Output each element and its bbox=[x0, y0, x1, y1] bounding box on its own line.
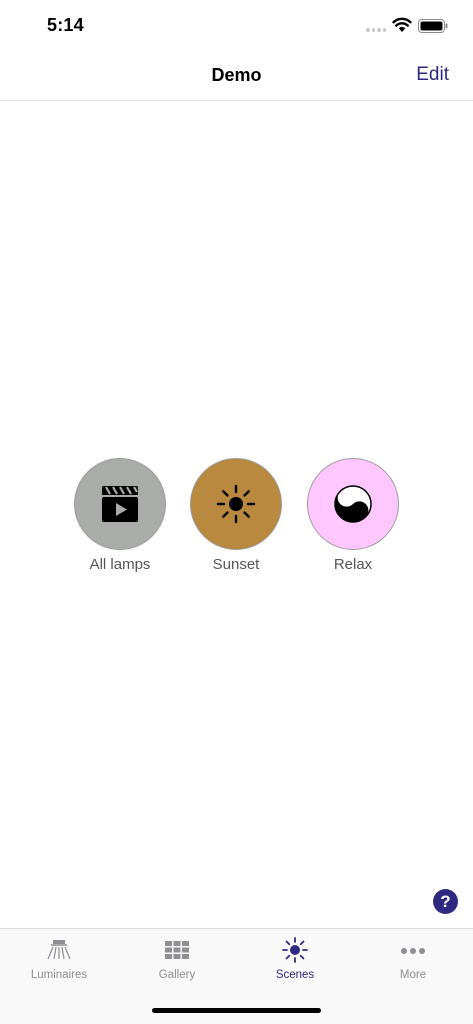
scene-sunset-circle[interactable] bbox=[190, 458, 282, 550]
scene-all-lamps[interactable]: All lamps bbox=[73, 458, 167, 573]
tab-label: More bbox=[399, 969, 427, 981]
tab-more[interactable]: More bbox=[354, 937, 472, 981]
scene-label: Relax bbox=[333, 556, 373, 573]
status-time: 5:14 bbox=[47, 15, 84, 35]
page-title: Demo bbox=[211, 65, 262, 85]
tab-luminaires[interactable]: Luminaires bbox=[0, 937, 118, 981]
scene-all-lamps-circle[interactable] bbox=[74, 458, 166, 550]
tab-gallery[interactable]: Gallery bbox=[118, 937, 236, 981]
scene-relax-circle[interactable] bbox=[307, 458, 399, 550]
tab-label: Scenes bbox=[275, 969, 315, 981]
tab-scenes[interactable]: Scenes bbox=[236, 937, 354, 981]
scene-label: Sunset bbox=[212, 556, 260, 573]
navigation-bar: Demo Edit bbox=[0, 52, 473, 101]
scene-sunset[interactable]: Sunset bbox=[189, 458, 283, 573]
battery-icon bbox=[418, 19, 448, 33]
status-bar: 5:14 bbox=[0, 0, 473, 52]
clapperboard-icon bbox=[102, 486, 138, 522]
home-indicator bbox=[152, 1008, 321, 1013]
tab-label: Luminaires bbox=[30, 969, 88, 981]
yin-yang-icon bbox=[334, 485, 372, 523]
grid-icon bbox=[165, 941, 189, 959]
sun-icon bbox=[282, 937, 308, 963]
more-dots-icon bbox=[401, 948, 425, 954]
wifi-icon bbox=[392, 17, 412, 32]
scene-label: All lamps bbox=[89, 556, 151, 573]
scene-relax[interactable]: Relax bbox=[306, 458, 400, 573]
help-button[interactable]: ? bbox=[433, 889, 458, 914]
sun-icon bbox=[216, 484, 256, 524]
cellular-signal-icon bbox=[366, 28, 386, 32]
tab-label: Gallery bbox=[158, 969, 196, 981]
luminaire-icon bbox=[47, 940, 71, 960]
edit-button[interactable]: Edit bbox=[416, 64, 449, 86]
